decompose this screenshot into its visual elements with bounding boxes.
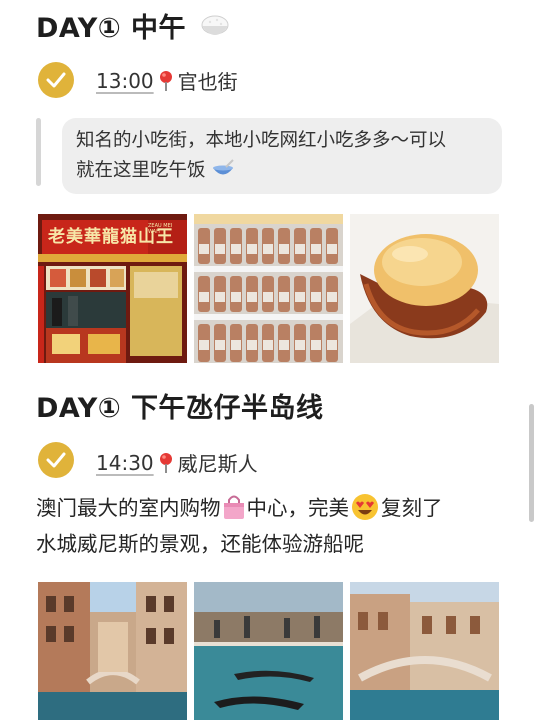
rice-bowl-icon xyxy=(201,15,229,35)
place-label: 威尼斯人 xyxy=(177,452,258,476)
photo-snack-shop[interactable]: 老美華龍猫山王 ZEAU MEI WAH xyxy=(38,214,187,363)
photo-venetian-street[interactable] xyxy=(38,582,187,720)
time-location-row: 13:00 官也街 xyxy=(96,66,238,95)
gondola-canal-illustration xyxy=(194,582,343,720)
scrollbar[interactable] xyxy=(529,404,534,522)
description-paragraph: 澳门最大的室内购物 中心，完美 复刻了 水城威尼斯的景观，还能体验游船呢 xyxy=(36,490,516,562)
note-line2-wrap: 就在这里吃午饭 xyxy=(76,156,488,186)
section2-heading: DAY① 下午氹仔半岛线 xyxy=(36,393,324,424)
para-line1-part1: 澳门最大的室内购物 xyxy=(36,496,221,520)
section1-heading-text: DAY① 中午 xyxy=(36,13,187,44)
para-line1: 澳门最大的室内购物 中心，完美 复刻了 xyxy=(36,490,516,526)
canal-bridge-illustration xyxy=(350,582,499,720)
location-pin-icon xyxy=(159,452,172,473)
photo-drink-bottles[interactable] xyxy=(194,214,343,363)
section1-heading: DAY① 中午 xyxy=(36,6,230,45)
note-line1: 知名的小吃街，本地小吃网红小吃多多～可以 xyxy=(76,130,447,151)
photo-gondola-canal[interactable] xyxy=(194,582,343,720)
check-icon[interactable] xyxy=(38,442,74,478)
shopping-bag-icon xyxy=(223,495,244,519)
para-line1-part2: 中心，完美 xyxy=(246,496,350,520)
venetian-street-illustration xyxy=(38,582,187,720)
photo-pork-chop-bun[interactable] xyxy=(350,214,499,363)
quote-bar xyxy=(36,118,41,186)
place-label: 官也街 xyxy=(177,70,238,94)
note-bubble: 知名的小吃街，本地小吃网红小吃多多～可以 就在这里吃午饭 xyxy=(62,118,502,194)
bottles-illustration xyxy=(194,214,343,363)
location-pin-icon xyxy=(159,70,172,91)
shop-sign-small-text: ZEAU MEI WAH xyxy=(148,223,173,235)
heart-eyes-icon xyxy=(352,494,378,520)
check-icon[interactable] xyxy=(38,62,74,98)
soup-bowl-icon xyxy=(213,159,235,175)
para-line2: 水城威尼斯的景观，还能体验游船呢 xyxy=(36,532,364,556)
time-location-row: 14:30 威尼斯人 xyxy=(96,448,258,477)
time-label: 14:30 xyxy=(96,450,154,475)
pork-chop-bun-illustration xyxy=(350,214,499,363)
para-line1-part3: 复刻了 xyxy=(381,496,443,520)
photo-canal-bridge[interactable] xyxy=(350,582,499,720)
time-label: 13:00 xyxy=(96,68,154,93)
note-line2: 就在这里吃午饭 xyxy=(76,160,206,181)
